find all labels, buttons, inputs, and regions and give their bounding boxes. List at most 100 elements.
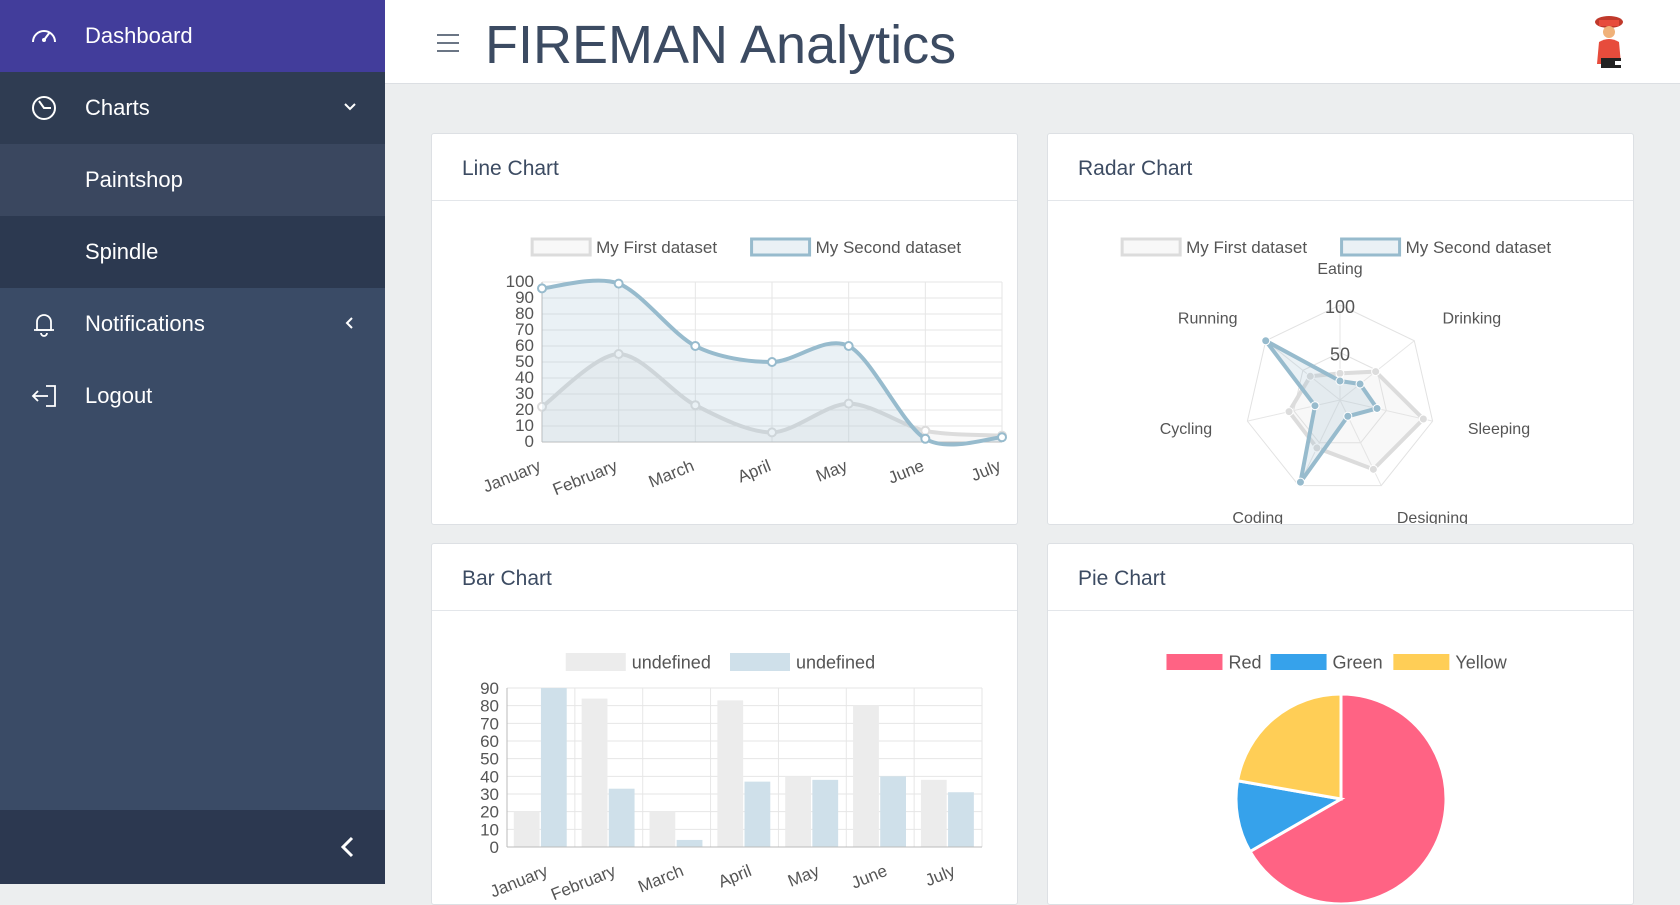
radar-point xyxy=(1368,464,1378,474)
legend-label: Red xyxy=(1228,652,1261,672)
bar xyxy=(581,698,608,847)
y-tick-label: 0 xyxy=(490,838,499,857)
page-title: FIREMAN Analytics xyxy=(485,15,957,75)
x-tick-label: June xyxy=(849,861,890,892)
bar xyxy=(880,776,906,847)
radar-point xyxy=(1261,336,1271,346)
card-title: Radar Chart xyxy=(1048,134,1633,201)
sidebar-item-label: Logout xyxy=(85,383,153,408)
bar xyxy=(608,788,635,847)
x-tick-label: April xyxy=(735,456,774,486)
legend-label: My First dataset xyxy=(596,238,717,257)
data-point xyxy=(767,357,777,367)
radar-point xyxy=(1343,411,1353,421)
legend-label: My First dataset xyxy=(1186,238,1307,257)
bar xyxy=(717,700,744,847)
bar xyxy=(785,776,811,847)
legend-swatch xyxy=(1393,654,1450,670)
radar-point xyxy=(1310,401,1320,411)
y-tick-label: 30 xyxy=(480,785,499,804)
fireman-avatar-icon[interactable] xyxy=(1585,14,1633,70)
bar-chart-card: Bar Chart 0 10 20 30 40 50 60 70 80 90 January Febr… xyxy=(431,543,1018,905)
sidebar-item-charts[interactable]: Charts xyxy=(0,72,385,144)
x-tick-label: May xyxy=(785,861,822,891)
radar-chart-card: Radar Chart Eating Drinking Sleeping Design… xyxy=(1047,133,1634,525)
pie-slice xyxy=(1235,692,1343,801)
bar xyxy=(540,688,567,847)
radar-axis-label: Eating xyxy=(1317,261,1362,278)
sidebar-item-logout[interactable]: Logout xyxy=(0,360,385,432)
line-chart-card: Line Chart 0 10 20 30 40 50 60 70 80 90 100 January… xyxy=(431,133,1018,525)
sidebar-footer xyxy=(0,810,385,884)
legend-swatch xyxy=(1120,237,1182,257)
radar-point xyxy=(1335,368,1345,378)
data-point xyxy=(997,432,1007,443)
radar-tick-label: 50 xyxy=(1330,345,1350,365)
sidebar-item-label: Dashboard xyxy=(85,23,193,48)
sidebar-item-spindle[interactable]: Spindle xyxy=(0,216,385,288)
y-tick-label: 70 xyxy=(480,714,499,733)
legend-swatch xyxy=(1270,654,1327,670)
x-tick-label: April xyxy=(715,861,754,891)
legend-label: My Second dataset xyxy=(1406,238,1552,257)
x-tick-label: March xyxy=(635,861,686,896)
radar-point xyxy=(1418,414,1428,424)
top-bar: FIREMAN Analytics xyxy=(385,0,1680,84)
y-tick-label: 40 xyxy=(480,767,499,786)
legend-swatch xyxy=(750,237,812,257)
x-tick-label: May xyxy=(813,456,850,486)
pie-chart-card: Pie Chart Red Green Yellow xyxy=(1047,543,1634,905)
radar-chart: Eating Drinking Sleeping Designing Coding Cyc… xyxy=(1120,237,1552,524)
y-tick-label: 50 xyxy=(480,750,499,769)
legend-swatch xyxy=(565,653,626,671)
y-tick-label: 90 xyxy=(480,679,499,698)
x-tick-label: February xyxy=(550,456,621,499)
radar-tick-label: 100 xyxy=(1325,297,1355,317)
radar-axis-label: Coding xyxy=(1232,510,1283,524)
radar-point xyxy=(1335,376,1345,386)
radar-point xyxy=(1355,379,1365,389)
y-tick-label: 60 xyxy=(480,732,499,751)
card-title: Pie Chart xyxy=(1048,544,1633,611)
radar-axis-label: Running xyxy=(1178,310,1238,327)
y-tick-label: 80 xyxy=(480,697,499,716)
hamburger-menu-icon[interactable] xyxy=(435,32,461,54)
data-point xyxy=(843,341,854,351)
speedometer-icon xyxy=(32,30,56,43)
x-tick-label: July xyxy=(968,456,1004,485)
pie-chart: Red Green Yellow xyxy=(1166,652,1508,904)
x-tick-label: July xyxy=(923,861,959,890)
data-point xyxy=(920,425,931,436)
y-tick-label: 20 xyxy=(480,803,499,822)
radar-axis-label: Cycling xyxy=(1160,421,1212,438)
legend-label: Green xyxy=(1333,652,1383,672)
logout-icon xyxy=(31,385,56,407)
sidebar-item-dashboard[interactable]: Dashboard xyxy=(0,0,385,72)
y-tick-label: 10 xyxy=(480,820,499,839)
radar-point xyxy=(1371,367,1381,377)
legend-label: undefined xyxy=(796,652,875,672)
sidebar-item-label: Paintshop xyxy=(85,167,183,192)
chevron-left-icon xyxy=(345,317,353,329)
chevron-down-icon xyxy=(344,103,356,111)
data-point xyxy=(690,341,701,351)
bar-chart: 0102030405060708090 JanuaryFebruary March A… xyxy=(480,652,983,904)
sidebar-item-label: Notifications xyxy=(85,311,205,336)
sidebar-item-paintshop[interactable]: Paintshop xyxy=(0,144,385,216)
bell-icon xyxy=(34,314,54,337)
bar xyxy=(812,779,839,847)
card-title: Bar Chart xyxy=(432,544,1017,611)
collapse-sidebar-icon[interactable] xyxy=(333,832,363,862)
bar xyxy=(513,811,540,847)
x-tick-label: March xyxy=(646,456,697,491)
radar-point xyxy=(1372,403,1382,413)
sidebar: Dashboard Charts Paintshop Spindle Notif… xyxy=(0,0,385,884)
bar xyxy=(744,781,771,847)
legend-swatch xyxy=(1340,237,1402,257)
data-point xyxy=(920,433,931,444)
sidebar-item-label: Charts xyxy=(85,95,150,120)
legend-swatch xyxy=(730,653,790,671)
legend-label: undefined xyxy=(632,652,711,672)
data-point xyxy=(613,278,624,289)
sidebar-item-notifications[interactable]: Notifications xyxy=(0,288,385,360)
